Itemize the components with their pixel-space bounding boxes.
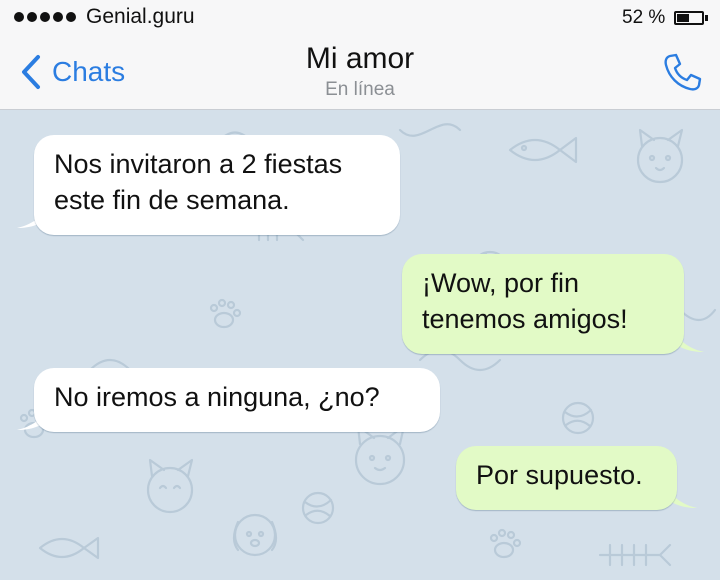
- carrier-name: Genial.guru: [86, 5, 195, 28]
- contact-name: Mi amor: [305, 42, 415, 75]
- phone-icon[interactable]: [660, 50, 704, 94]
- message-text: tenemos amigos!: [422, 304, 628, 334]
- battery-cap: [705, 15, 708, 21]
- signal-dots-icon: [14, 12, 76, 22]
- message-bubble-incoming[interactable]: No iremos a ninguna, ¿no?: [34, 368, 440, 432]
- message-bubble-incoming[interactable]: Nos invitaron a 2 fiestas este fin de se…: [34, 135, 400, 235]
- message-text: ¡Wow, por fin: [422, 268, 580, 298]
- message-text: Por supuesto.: [476, 460, 643, 490]
- chat-screen: Genial.guru 52 % Chats Mi amor En línea: [0, 0, 720, 580]
- status-bar: Genial.guru 52 %: [0, 0, 720, 36]
- contact-status: En línea: [325, 79, 395, 100]
- message-text: No iremos a ninguna, ¿no?: [54, 382, 380, 412]
- message-text: Nos invitaron a 2 fiestas: [54, 149, 343, 179]
- battery-percentage: 52 %: [622, 7, 666, 28]
- message-text: este fin de semana.: [54, 185, 290, 215]
- navigation-bar: Chats Mi amor En línea: [0, 36, 720, 110]
- message-bubble-outgoing[interactable]: Por supuesto.: [456, 446, 677, 510]
- battery-icon: [674, 11, 704, 25]
- message-list[interactable]: Nos invitaron a 2 fiestas este fin de se…: [0, 110, 720, 580]
- battery-level-fill: [677, 14, 689, 22]
- message-bubble-outgoing[interactable]: ¡Wow, por fin tenemos amigos!: [402, 254, 684, 354]
